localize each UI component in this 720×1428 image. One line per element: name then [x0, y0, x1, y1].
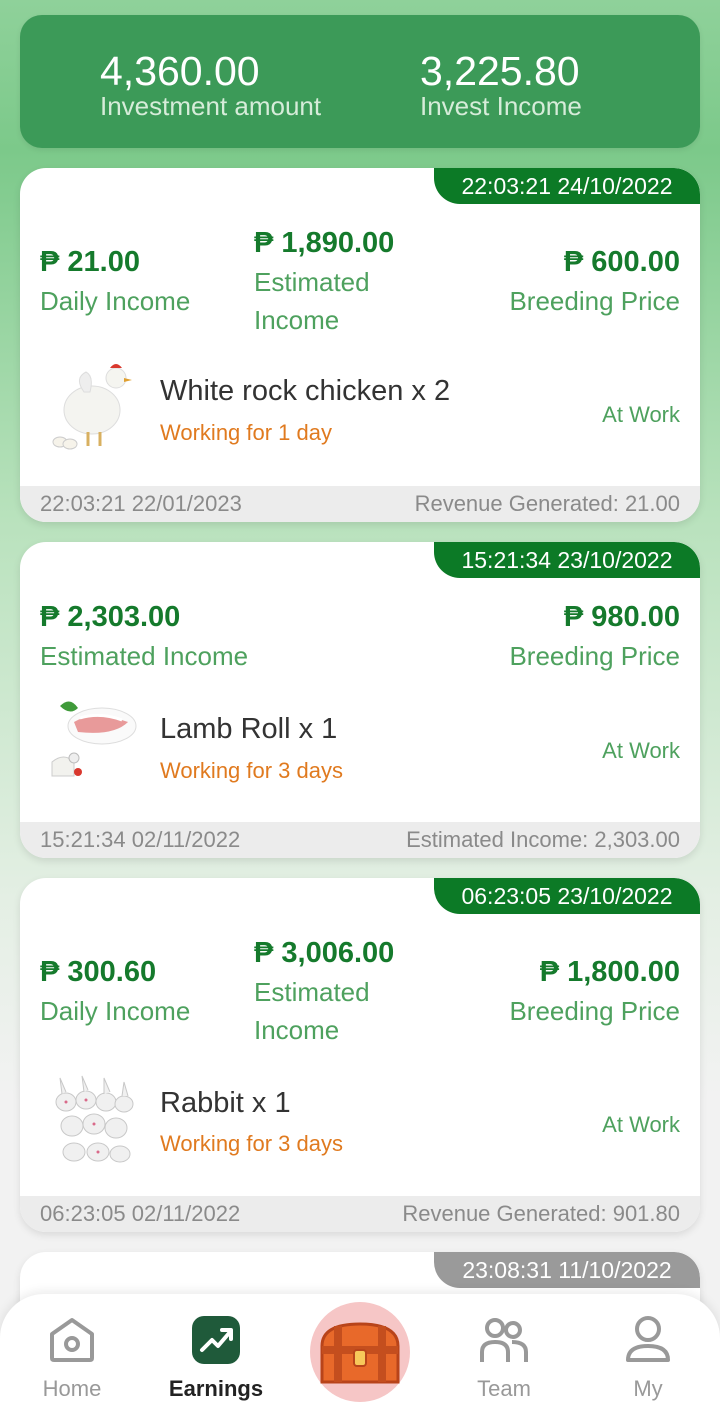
rabbit-icon [44, 1074, 140, 1170]
treasure-chest-icon [320, 1322, 400, 1384]
footer-time: 22:03:21 22/01/2023 [40, 491, 242, 516]
order-card[interactable]: 15:21:34 23/10/2022 ₱ 2,303.00 Estimated… [20, 542, 700, 858]
nav-team[interactable]: Team [444, 1314, 564, 1402]
nav-home[interactable]: Home [12, 1314, 132, 1402]
order-footer: 15:21:34 02/11/2022 Estimated Income: 2,… [20, 822, 700, 858]
working-duration: Working for 1 day [160, 420, 333, 445]
nav-my-label: My [633, 1376, 663, 1401]
estimated-income-label: Estimated [254, 267, 370, 297]
home-icon [50, 1318, 94, 1362]
order-timestamp: 15:21:34 23/10/2022 [434, 542, 700, 578]
order-card[interactable]: 22:03:21 24/10/2022 ₱ 21.00 Daily Income… [20, 168, 700, 522]
bottom-nav: Home Earnings Team My [0, 1294, 720, 1428]
footer-time: 15:21:34 02/11/2022 [40, 827, 241, 852]
investment-amount-label: Investment amount [100, 91, 322, 121]
investment-amount: 4,360.00 [100, 48, 260, 94]
nav-my[interactable]: My [588, 1314, 708, 1402]
estimated-income-value: ₱ 1,890.00 [254, 227, 395, 259]
status-badge: At Work [602, 738, 680, 763]
estimated-income-label: Estimated [254, 977, 370, 1007]
status-badge: At Work [602, 1112, 680, 1137]
estimated-income-label-2: Income [254, 1015, 340, 1045]
chicken-icon [44, 358, 140, 454]
status-badge: At Work [602, 402, 680, 427]
breeding-price-label: Breeding Price [509, 641, 680, 671]
user-icon [626, 1316, 670, 1362]
working-duration: Working for 3 days [160, 758, 344, 783]
lamb-roll-icon [44, 692, 140, 788]
daily-income-label: Daily Income [40, 286, 191, 316]
trending-up-icon [192, 1316, 240, 1364]
estimated-income-label: Estimated Income [40, 641, 249, 671]
estimated-income-label-2: Income [254, 305, 340, 335]
order-footer: 06:23:05 02/11/2022 Revenue Generated: 9… [20, 1196, 700, 1232]
order-timestamp: 06:23:05 23/10/2022 [434, 878, 700, 914]
product-name: Lamb Roll x 1 [160, 713, 338, 745]
daily-income-label: Daily Income [40, 996, 191, 1026]
estimated-income-value: ₱ 2,303.00 [40, 601, 181, 633]
footer-note: Estimated Income: 2,303.00 [406, 827, 680, 852]
breeding-price-label: Breeding Price [509, 996, 680, 1026]
breeding-price-value: ₱ 1,800.00 [539, 956, 680, 988]
invest-income-label: Invest Income [420, 91, 582, 121]
working-duration: Working for 3 days [160, 1131, 344, 1156]
invest-income: 3,225.80 [420, 48, 580, 94]
nav-earnings[interactable]: Earnings [156, 1314, 276, 1402]
breeding-price-value: ₱ 600.00 [563, 246, 680, 278]
nav-team-label: Team [477, 1376, 531, 1401]
daily-income-value: ₱ 21.00 [40, 246, 140, 278]
footer-note: Revenue Generated: 901.80 [402, 1201, 680, 1226]
order-timestamp: 22:03:21 24/10/2022 [434, 168, 700, 204]
footer-time: 06:23:05 02/11/2022 [40, 1201, 241, 1226]
daily-income-value: ₱ 300.60 [40, 956, 157, 988]
breeding-price-value: ₱ 980.00 [563, 601, 680, 633]
product-name: White rock chicken x 2 [160, 375, 451, 407]
treasure-chest-button[interactable] [310, 1302, 410, 1402]
nav-earnings-label: Earnings [168, 1376, 264, 1401]
estimated-income-value: ₱ 3,006.00 [254, 937, 395, 969]
product-name: Rabbit x 1 [160, 1087, 291, 1119]
nav-home-label: Home [42, 1376, 102, 1401]
order-footer: 22:03:21 22/01/2023 Revenue Generated: 2… [20, 486, 700, 522]
team-icon [480, 1318, 528, 1362]
investment-summary: 4,360.00 Investment amount 3,225.80 Inve… [20, 15, 700, 148]
footer-note: Revenue Generated: 21.00 [414, 491, 680, 516]
order-card[interactable]: 06:23:05 23/10/2022 ₱ 300.60 Daily Incom… [20, 878, 700, 1232]
order-timestamp: 23:08:31 11/10/2022 [434, 1252, 700, 1288]
breeding-price-label: Breeding Price [509, 286, 680, 316]
